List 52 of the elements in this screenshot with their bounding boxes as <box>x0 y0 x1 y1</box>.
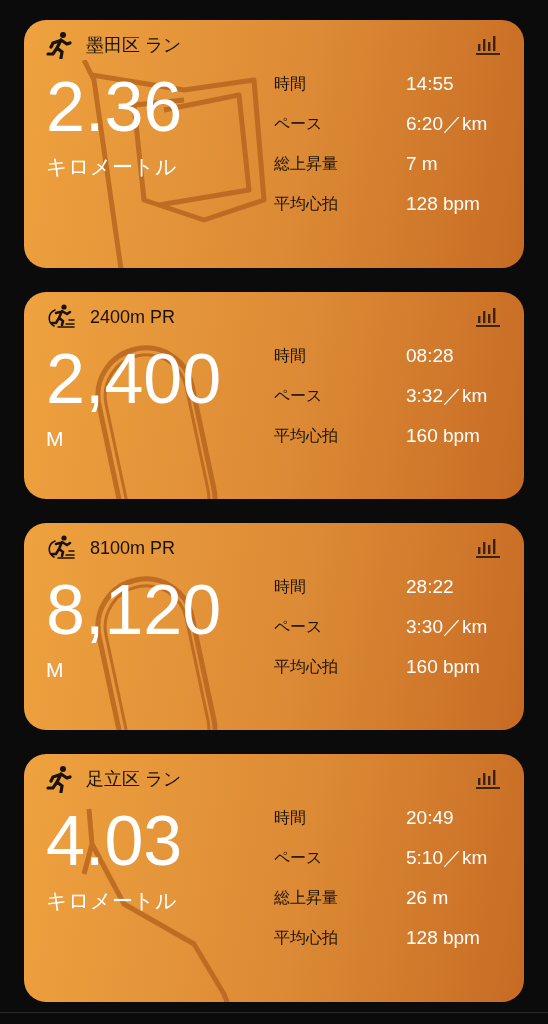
stat-value: 7 m <box>406 152 439 176</box>
stat-value: 3:32／km <box>406 384 488 408</box>
chart-icon[interactable] <box>476 35 500 55</box>
activity-title: 墨田区 ラン <box>86 33 181 57</box>
stat-value: 128 bpm <box>406 926 481 950</box>
stat-label: 時間 <box>274 346 307 366</box>
stat-label: 総上昇量 <box>274 888 339 908</box>
activity-title: 足立区 ラン <box>86 767 181 791</box>
stat-label: 時間 <box>274 74 307 94</box>
distance-unit: M <box>46 428 64 449</box>
distance-value: 4.03 <box>46 806 183 876</box>
stat-value: 160 bpm <box>406 655 481 679</box>
activity-title: 8100m PR <box>90 536 176 560</box>
distance-unit: キロメートル <box>46 156 177 177</box>
stat-value: 28:22 <box>406 575 455 599</box>
stat-label: ペース <box>274 848 323 868</box>
stat-value: 26 m <box>406 886 450 910</box>
distance-value: 2,400 <box>46 344 222 414</box>
stat-label: 平均心拍 <box>274 928 339 948</box>
stat-label: 時間 <box>274 577 307 597</box>
stat-value: 6:20／km <box>406 112 488 136</box>
stat-label: 総上昇量 <box>274 154 339 174</box>
chart-icon[interactable] <box>476 307 500 327</box>
distance-value: 2.36 <box>46 72 183 142</box>
runner-icon <box>46 31 72 59</box>
distance-value: 8,120 <box>46 575 222 645</box>
chart-icon[interactable] <box>476 769 500 789</box>
stat-label: 平均心拍 <box>274 657 339 677</box>
stat-value: 3:30／km <box>406 615 488 639</box>
stat-label: 平均心拍 <box>274 194 339 214</box>
activity-card[interactable]: 足立区 ラン 4.03 キロメートル 時間 20:49 ペース 5:10／km 総上昇量 26 m 平均心拍 128 bpm <box>24 754 524 1002</box>
distance-unit: キロメートル <box>46 890 177 911</box>
stat-value: 128 bpm <box>406 192 481 216</box>
stat-value: 5:10／km <box>406 846 488 870</box>
chart-icon[interactable] <box>476 538 500 558</box>
activity-title: 2400m PR <box>90 305 176 329</box>
stat-label: ペース <box>274 386 323 406</box>
track-runner-icon <box>46 534 76 562</box>
stat-value: 160 bpm <box>406 424 481 448</box>
activity-card[interactable]: 墨田区 ラン 2.36 キロメートル 時間 14:55 ペース 6:20／km 総上昇量 7 m 平均心拍 128 bpm <box>24 20 524 268</box>
runner-icon <box>46 765 72 793</box>
stat-label: 時間 <box>274 808 307 828</box>
stat-value: 20:49 <box>406 806 455 830</box>
track-runner-icon <box>46 303 76 331</box>
activity-card[interactable]: 8100m PR 8,120 M 時間 28:22 ペース 3:30／km 平均心拍 160 bpm <box>24 523 524 730</box>
stat-label: ペース <box>274 114 323 134</box>
stat-value: 08:28 <box>406 344 455 368</box>
stat-label: 平均心拍 <box>274 426 339 446</box>
stat-value: 14:55 <box>406 72 455 96</box>
distance-unit: M <box>46 659 64 680</box>
activity-card[interactable]: 2400m PR 2,400 M 時間 08:28 ペース 3:32／km 平均心拍 160 bpm <box>24 292 524 499</box>
stat-label: ペース <box>274 617 323 637</box>
